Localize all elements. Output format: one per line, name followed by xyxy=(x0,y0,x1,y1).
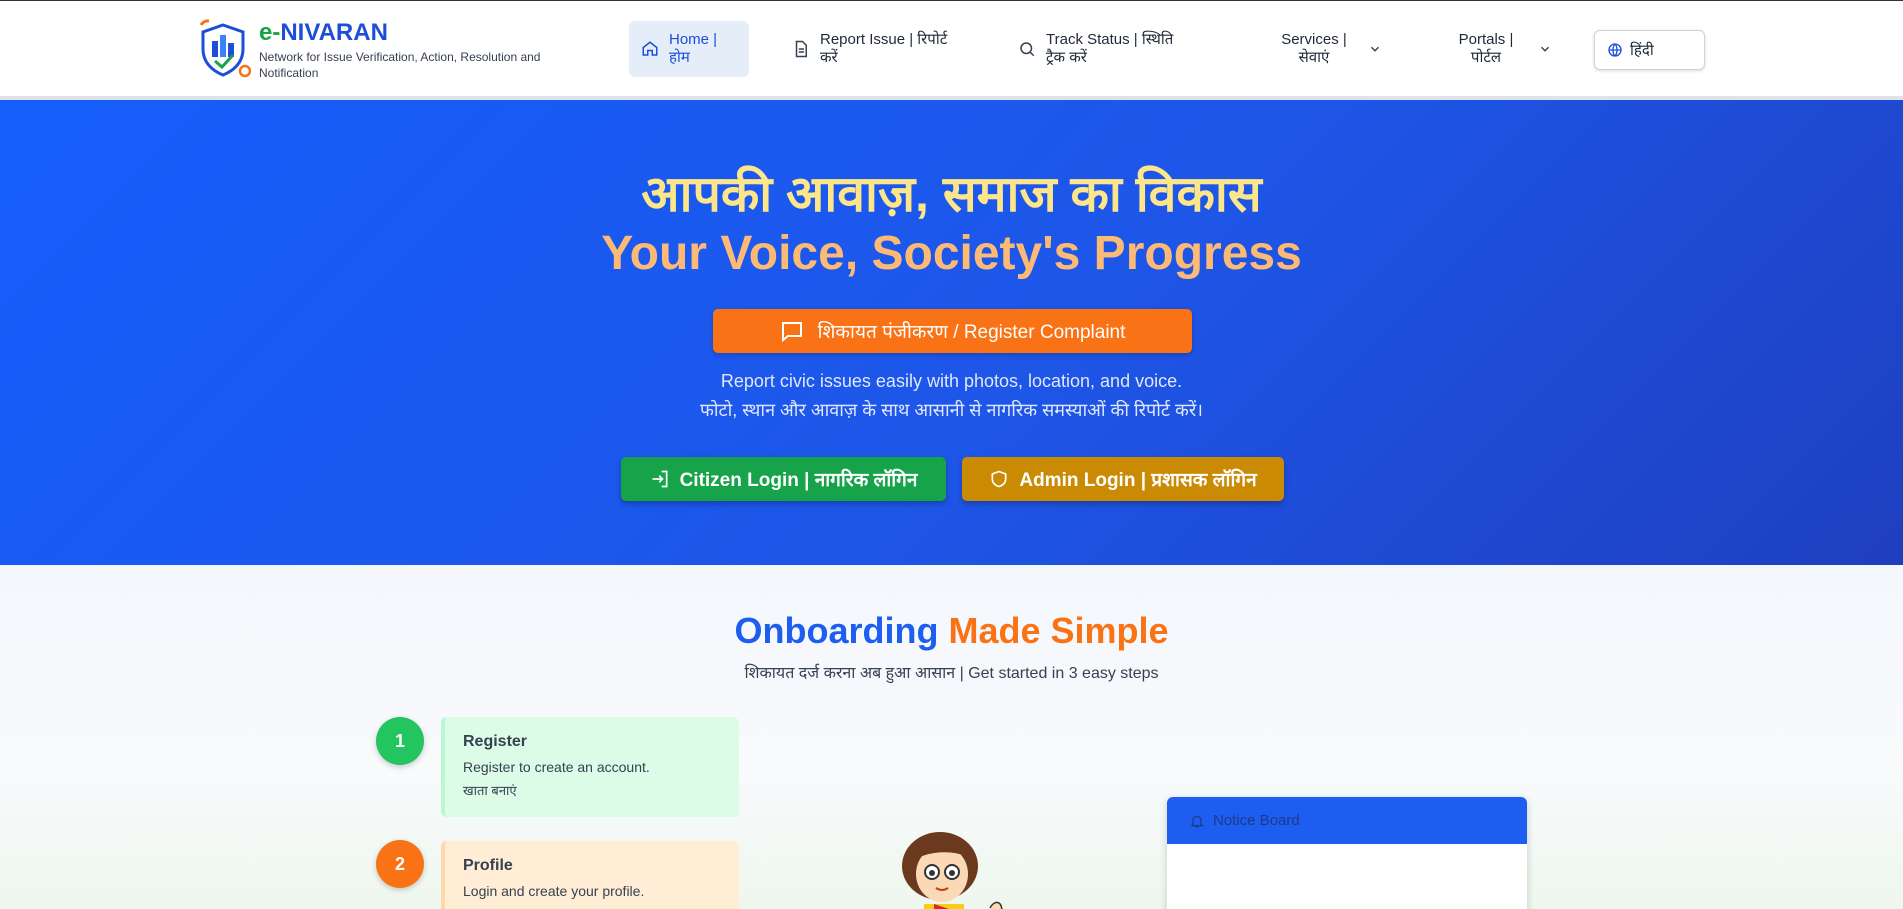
login-arrow-icon xyxy=(652,470,668,488)
step-card-register[interactable]: Register Register to create an account. … xyxy=(441,717,739,817)
language-toggle-button[interactable]: हिंदी xyxy=(1594,30,1705,70)
brand-tagline: Network for Issue Verification, Action, … xyxy=(259,50,541,80)
search-icon xyxy=(1020,42,1035,57)
nav-track-status[interactable]: Track Status | स्थिति ट्रैक करें xyxy=(1018,21,1188,77)
home-icon xyxy=(642,41,658,56)
chevron-down-icon xyxy=(1540,46,1550,52)
brand[interactable]: e-NIVARAN Network for Issue Verification… xyxy=(195,19,579,81)
mascot-illustration xyxy=(902,832,1003,909)
citizen-login-button[interactable]: Citizen Login | नागरिक लॉगिन xyxy=(621,457,946,501)
citizen-login-label: Citizen Login | नागरिक लॉगिन xyxy=(679,470,918,491)
register-complaint-label: शिकायत पंजीकरण / Register Complaint xyxy=(817,322,1126,343)
onboarding-section: Onboarding Made Simple शिकायत दर्ज करना … xyxy=(0,565,1903,909)
notice-board: Notice Board xyxy=(1167,797,1527,909)
step-card-profile[interactable]: Profile Login and create your profile. xyxy=(441,841,739,909)
bell-icon xyxy=(1190,815,1204,828)
nav-track-label: Track Status | स्थिति ट्रैक करें xyxy=(1046,31,1174,66)
onboarding-title: Onboarding Made Simple xyxy=(734,610,1169,651)
step-title: Register xyxy=(463,733,528,750)
nav-portals[interactable]: Portals | पोर्टल xyxy=(1452,21,1552,77)
hero-title-hindi: आपकी आवाज़, समाज का विकास xyxy=(641,166,1262,222)
admin-login-label: Admin Login | प्रशासक लॉगिन xyxy=(1019,470,1257,491)
hero-title-english: Your Voice, Society's Progress xyxy=(601,227,1302,280)
globe-icon xyxy=(1608,43,1622,57)
step-number-badge: 2 xyxy=(376,840,424,888)
step-description-hindi: खाता बनाएं xyxy=(463,783,517,798)
step-description: Login and create your profile. xyxy=(463,883,645,899)
shield-city-logo xyxy=(199,19,251,78)
nav-home-label: Home | होम xyxy=(669,31,718,66)
shield-icon xyxy=(991,470,1007,488)
step-title: Profile xyxy=(463,857,513,874)
nav-report-issue[interactable]: Report Issue | रिपोर्ट करें xyxy=(792,21,972,77)
nav-services[interactable]: Services | सेवाएं xyxy=(1278,21,1388,77)
nav-services-label: Services | सेवाएं xyxy=(1281,31,1347,66)
step-number-badge: 1 xyxy=(376,717,424,765)
onboarding-subtitle: शिकायत दर्ज करना अब हुआ आसान | Get start… xyxy=(744,665,1159,682)
notice-board-title: Notice Board xyxy=(1213,812,1300,829)
message-square-icon xyxy=(781,322,802,343)
nav-report-label: Report Issue | रिपोर्ट करें xyxy=(820,31,948,66)
hero-subtitle-hindi: फोटो, स्थान और आवाज़ के साथ आसानी से नाग… xyxy=(699,400,1204,420)
site-header: e-NIVARAN Network for Issue Verification… xyxy=(0,0,1903,100)
nav-home[interactable]: Home | होम xyxy=(629,21,749,77)
register-complaint-button[interactable]: शिकायत पंजीकरण / Register Complaint xyxy=(713,309,1192,353)
nav-portals-label: Portals | पोर्टल xyxy=(1458,31,1514,66)
brand-name: e-NIVARAN xyxy=(259,19,388,46)
document-icon xyxy=(795,40,807,58)
hero-subtitle-english: Report civic issues easily with photos, … xyxy=(720,371,1183,391)
step-description: Register to create an account. xyxy=(463,759,650,775)
chevron-down-icon xyxy=(1370,46,1380,52)
notice-board-header: Notice Board xyxy=(1167,797,1527,844)
hero-section: आपकी आवाज़, समाज का विकास Your Voice, So… xyxy=(0,100,1903,565)
admin-login-button[interactable]: Admin Login | प्रशासक लॉगिन xyxy=(962,457,1284,501)
language-label: हिंदी xyxy=(1630,42,1654,59)
